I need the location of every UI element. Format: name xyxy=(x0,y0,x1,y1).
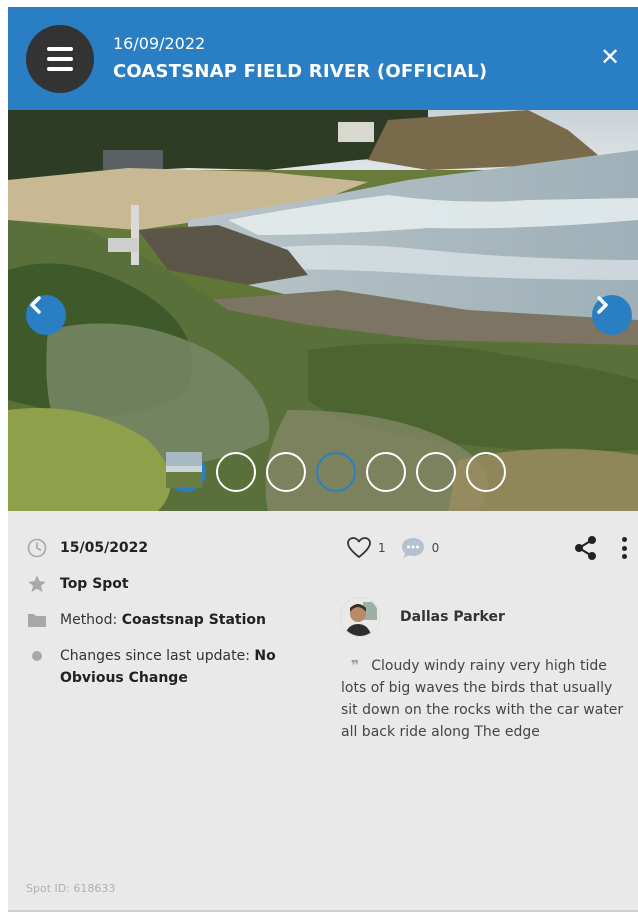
clock-icon xyxy=(26,537,48,559)
menu-button[interactable] xyxy=(26,25,94,93)
chevron-left-icon xyxy=(30,296,41,314)
changes-label: Changes since last update: xyxy=(60,648,255,664)
hamburger-icon xyxy=(47,47,73,51)
avatar[interactable] xyxy=(340,597,380,637)
thumbnail[interactable] xyxy=(166,452,406,492)
speech-bubble-icon[interactable] xyxy=(400,536,426,560)
folder-icon xyxy=(26,609,48,631)
author-name[interactable]: Dallas Parker xyxy=(400,609,505,625)
chevron-right-icon xyxy=(597,296,608,314)
comment-body: Cloudy windy rainy very high tide lots o… xyxy=(341,658,624,740)
social-bar: 1 0 xyxy=(346,535,453,561)
share-icon[interactable] xyxy=(573,535,599,561)
dot-icon xyxy=(26,645,48,667)
photo-date: 15/05/2022 xyxy=(60,540,149,556)
method-row: Method: Coastsnap Station xyxy=(26,609,326,631)
thumbnail-active[interactable] xyxy=(166,452,356,492)
quote-icon: ❞ xyxy=(351,658,360,674)
coast-photo-image xyxy=(8,110,638,511)
more-vertical-icon[interactable] xyxy=(618,535,630,561)
spot-id: Spot ID: 618633 xyxy=(26,882,116,895)
next-photo-button[interactable] xyxy=(592,295,632,335)
thumbnail-strip: + xyxy=(166,452,506,492)
author: Dallas Parker xyxy=(340,597,505,637)
date-row: 15/05/2022 xyxy=(26,537,326,559)
thumbnail[interactable] xyxy=(166,452,456,492)
comment-text: ❞ Cloudy windy rainy very high tide lots … xyxy=(341,655,631,743)
thumbnail[interactable] xyxy=(166,452,306,492)
thumbnail[interactable] xyxy=(166,452,256,492)
close-icon[interactable]: ✕ xyxy=(598,45,622,69)
header-date: 16/09/2022 xyxy=(113,34,206,53)
thumbnail[interactable] xyxy=(166,452,506,492)
previous-photo-button[interactable] xyxy=(26,295,66,335)
heart-icon[interactable] xyxy=(346,536,372,560)
changes-row: Changes since last update: No Obvious Ch… xyxy=(26,645,326,689)
top-spot-row: Top Spot xyxy=(26,573,326,595)
star-icon xyxy=(26,573,48,595)
top-spot-label: Top Spot xyxy=(60,576,129,592)
comment-count: 0 xyxy=(431,541,440,555)
spot-info: 15/05/2022 Top Spot Method: Coastsnap St… xyxy=(26,537,326,703)
header-bar: 16/09/2022 COASTSNAP FIELD RIVER (OFFICI… xyxy=(8,7,638,110)
page-title: COASTSNAP FIELD RIVER (OFFICIAL) xyxy=(113,61,488,82)
spot-detail-panel: 16/09/2022 COASTSNAP FIELD RIVER (OFFICI… xyxy=(8,7,638,912)
method-label: Method: xyxy=(60,612,122,628)
spot-photo: + xyxy=(8,110,638,511)
method-value: Coastsnap Station xyxy=(121,612,266,628)
like-count: 1 xyxy=(378,541,386,555)
